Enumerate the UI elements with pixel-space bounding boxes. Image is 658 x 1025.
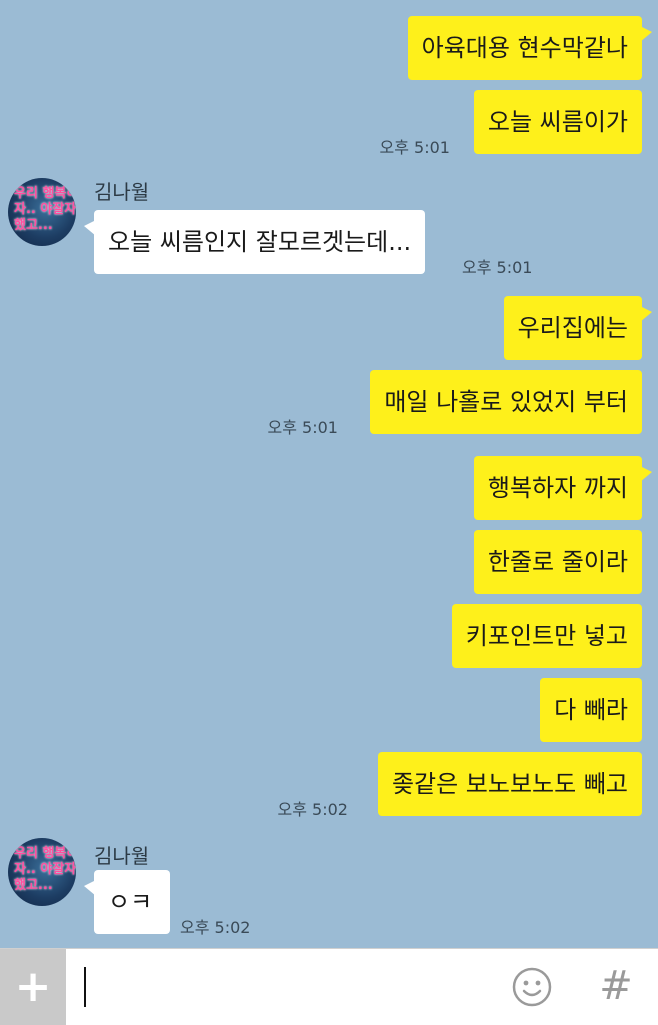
avatar-image-text: 우리 행복하 자.. 야잘자 했고... [14, 186, 76, 233]
message-timestamp: 오후 5:01 [267, 418, 338, 437]
message-timestamp: 오후 5:01 [379, 138, 450, 157]
chat-area[interactable]: 아육대용 현수막같나 오늘 씨름이가 오후 5:01 우리 행복하 자.. 야잘… [0, 0, 658, 948]
message-text: 행복하자 까지 [487, 474, 628, 502]
message-timestamp: 오후 5:02 [180, 918, 251, 937]
my-message-bubble[interactable]: 다 빼라 [540, 678, 642, 742]
message-text: 오늘 씨름인지 잘모르겟는데... [108, 228, 412, 256]
avatar[interactable]: 우리 행복하 자.. 야잘자 했고... [8, 838, 76, 906]
my-message-bubble[interactable]: 매일 나홀로 있었지 부터 [370, 370, 642, 434]
my-message-bubble[interactable]: 우리집에는 [503, 296, 653, 360]
emoji-button[interactable] [512, 967, 552, 1007]
message-text: 한줄로 줄이라 [487, 548, 628, 576]
hashtag-button[interactable]: # [596, 961, 636, 1011]
plus-button[interactable]: + [0, 949, 66, 1025]
message-text: ㅇㅋ [108, 888, 153, 916]
message-timestamp: 오후 5:02 [277, 800, 348, 819]
message-text: 키포인트만 넣고 [465, 622, 628, 650]
message-text: 다 빼라 [554, 696, 628, 724]
their-message-bubble[interactable]: 오늘 씨름인지 잘모르겟는데... [83, 210, 426, 274]
my-message-bubble[interactable]: 키포인트만 넣고 [451, 604, 642, 668]
my-message-bubble[interactable]: 행복하자 까지 [473, 456, 653, 520]
message-text: 매일 나홀로 있었지 부터 [384, 388, 628, 416]
smiley-icon [512, 967, 552, 1007]
my-message-bubble[interactable]: 오늘 씨름이가 [473, 90, 642, 154]
sender-name: 김나월 [94, 844, 150, 868]
message-input-bar: + # [0, 948, 658, 1025]
their-message-bubble[interactable]: ㅇㅋ [84, 870, 170, 934]
message-text: 오늘 씨름이가 [487, 108, 628, 136]
text-cursor [84, 967, 86, 1007]
avatar-image-text: 우리 행복하 자.. 야잘자 했고... [14, 846, 76, 893]
sender-name: 김나월 [94, 180, 150, 204]
message-input[interactable] [66, 949, 496, 1025]
message-text: 아육대용 현수막같나 [421, 34, 628, 62]
message-text: 좆같은 보노보노도 빼고 [391, 770, 628, 798]
my-message-bubble[interactable]: 아육대용 현수막같나 [407, 16, 653, 80]
my-message-bubble[interactable]: 한줄로 줄이라 [473, 530, 642, 594]
message-text: 우리집에는 [517, 314, 628, 342]
my-message-bubble[interactable]: 좆같은 보노보노도 빼고 [377, 752, 642, 816]
message-timestamp: 오후 5:01 [462, 258, 533, 277]
avatar[interactable]: 우리 행복하 자.. 야잘자 했고... [8, 178, 76, 246]
